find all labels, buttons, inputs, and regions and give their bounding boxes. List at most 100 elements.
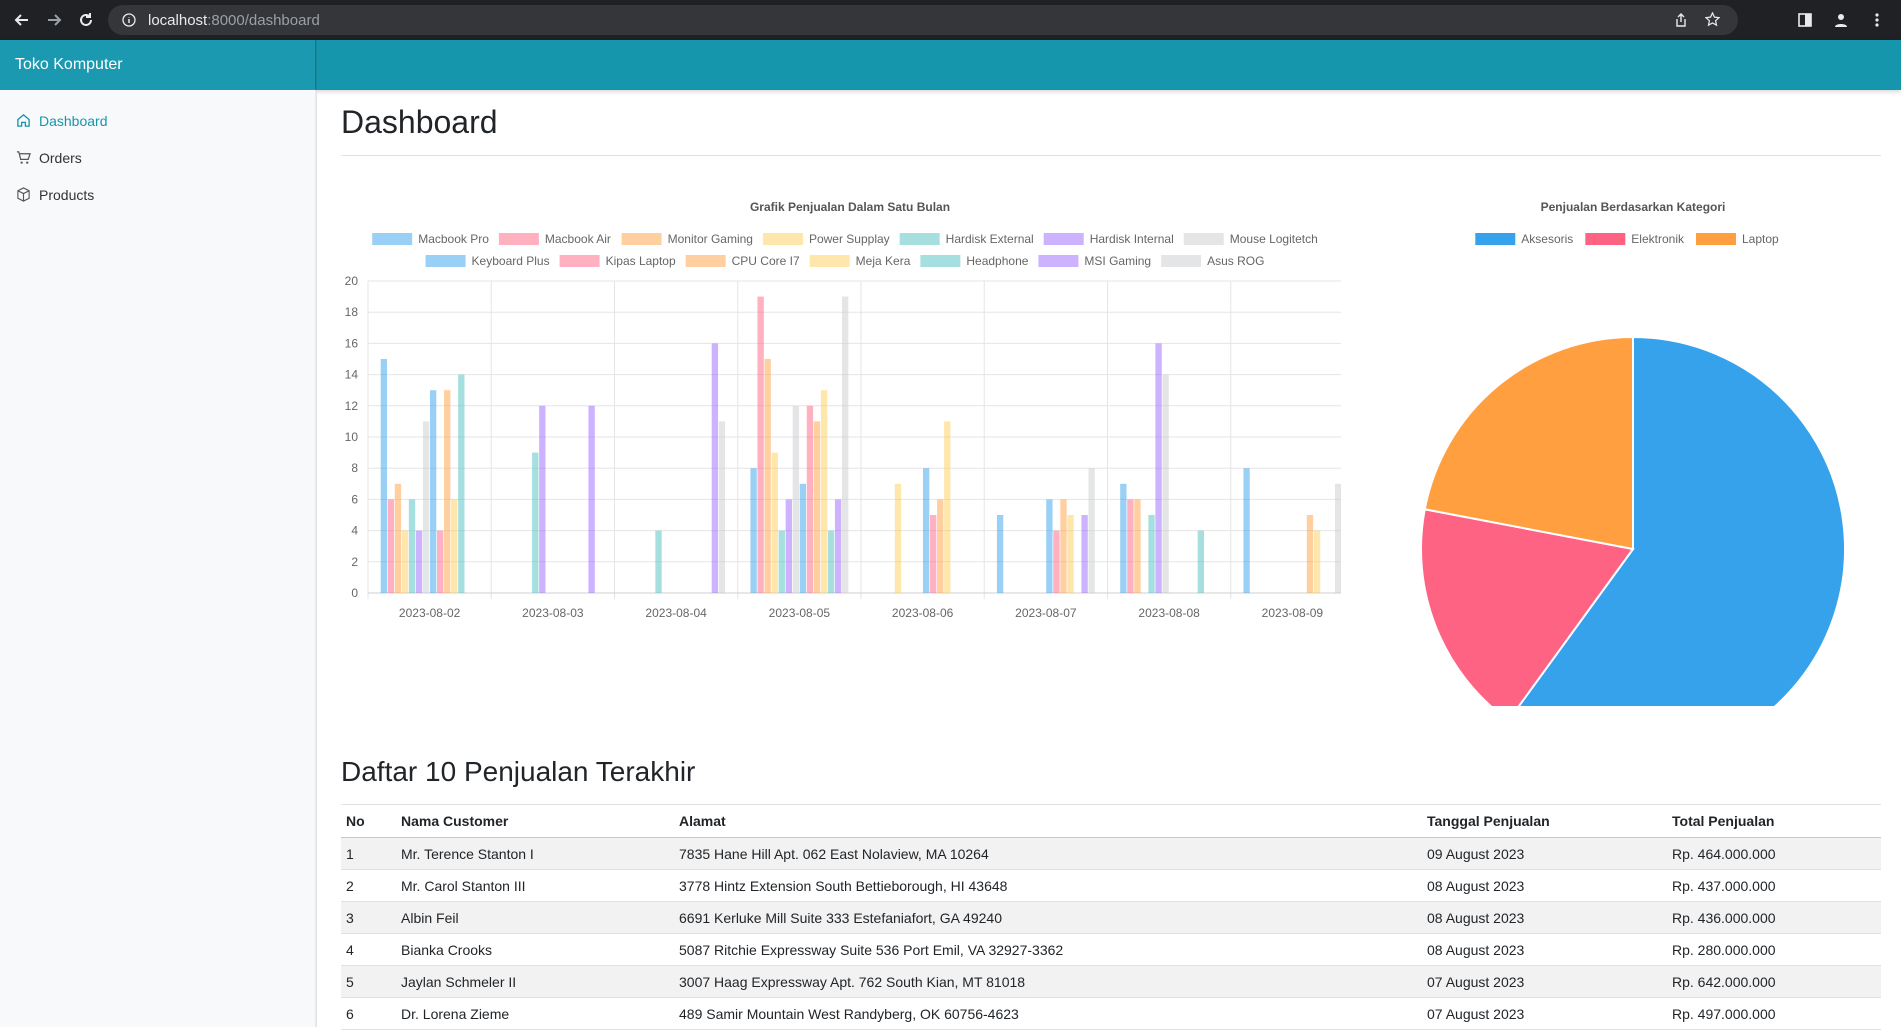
- bar: [1306, 515, 1314, 593]
- home-icon: [17, 114, 30, 127]
- table-row: 2 Mr. Carol Stanton III 3778 Hintz Exten…: [341, 869, 1881, 902]
- bar: [532, 452, 539, 593]
- sidebar-item-orders[interactable]: Orders: [0, 139, 316, 176]
- legend-swatch: [372, 233, 413, 245]
- bar: [778, 530, 785, 593]
- bar: [799, 483, 807, 593]
- bar: [437, 530, 444, 593]
- x-tick-label: 2023-08-05: [769, 606, 831, 620]
- x-tick-label: 2023-08-09: [1262, 606, 1324, 620]
- browser-actions: [1789, 0, 1901, 40]
- y-tick-label: 4: [351, 524, 358, 538]
- cell-date: 07 August 2023: [1422, 965, 1667, 998]
- legend-swatch: [1038, 255, 1079, 267]
- y-tick-label: 8: [351, 461, 358, 475]
- bar: [380, 359, 388, 593]
- bar: [1127, 499, 1134, 593]
- table-row: 5 Jaylan Schmeler II 3007 Haag Expresswa…: [341, 965, 1881, 998]
- cell-total: Rp. 437.000.000: [1667, 869, 1881, 902]
- back-icon[interactable]: [6, 4, 38, 36]
- x-tick-label: 2023-08-07: [1015, 606, 1077, 620]
- bar: [930, 515, 937, 593]
- bar: [1334, 483, 1341, 593]
- bar: [1197, 530, 1204, 593]
- bar: [588, 405, 595, 593]
- cell-no: 1: [341, 837, 396, 870]
- bar: [718, 421, 726, 593]
- cell-total: Rp. 436.000.000: [1667, 901, 1881, 934]
- cell-address: 7835 Hane Hill Apt. 062 East Nolaview, M…: [674, 837, 1422, 870]
- share-icon[interactable]: [1674, 13, 1688, 32]
- cell-no: 4: [341, 933, 396, 966]
- bar: [1243, 468, 1250, 593]
- category-pie-chart: Penjualan Berdasarkan Kategori Aksesoris E…: [1420, 200, 1846, 706]
- cell-customer: Jaylan Schmeler II: [396, 965, 674, 998]
- legend-swatch: [425, 255, 466, 267]
- cell-customer: Mr. Carol Stanton III: [396, 869, 674, 902]
- bar: [820, 390, 828, 593]
- menu-dots-icon[interactable]: [1861, 4, 1893, 36]
- legend-item: Aksesoris: [1475, 232, 1573, 246]
- legend-label: Headphone: [966, 254, 1028, 268]
- bar: [785, 499, 792, 593]
- legend-item: Macbook Pro: [372, 232, 489, 246]
- y-tick-label: 20: [345, 274, 359, 288]
- cell-date: 07 August 2023: [1422, 997, 1667, 1030]
- cell-customer: Mr. Terence Stanton I: [396, 837, 674, 870]
- sidebar-item-dashboard[interactable]: Dashboard: [0, 102, 316, 139]
- side-panel-icon[interactable]: [1789, 4, 1821, 36]
- bar: [422, 421, 430, 593]
- sidebar-item-label: Orders: [39, 149, 82, 166]
- bar: [894, 483, 902, 593]
- y-tick-label: 16: [345, 336, 359, 350]
- bookmark-star-icon[interactable]: [1704, 11, 1721, 32]
- y-tick-label: 0: [351, 586, 358, 600]
- bar: [1155, 343, 1162, 593]
- box-icon: [17, 187, 30, 202]
- legend-label: Hardisk Internal: [1090, 232, 1174, 246]
- cell-total: Rp. 280.000.000: [1667, 933, 1881, 966]
- brand-link[interactable]: Toko Komputer: [0, 40, 317, 90]
- y-tick-label: 2: [351, 555, 358, 569]
- cell-address: 3007 Haag Expressway Apt. 762 South Kian…: [674, 965, 1422, 998]
- legend-label: Hardisk External: [946, 232, 1034, 246]
- legend-swatch: [685, 255, 726, 267]
- legend-item: Laptop: [1695, 232, 1779, 246]
- legend-item: Asus ROG: [1161, 254, 1264, 268]
- legend-label: Macbook Air: [545, 232, 611, 246]
- chart-title: Grafik Penjualan Dalam Satu Bulan: [750, 200, 950, 214]
- bar: [1081, 515, 1088, 593]
- address-bar[interactable]: localhost:8000/dashboard: [108, 5, 1738, 35]
- bar: [1046, 499, 1053, 593]
- profile-icon[interactable]: [1825, 4, 1857, 36]
- cell-no: 6: [341, 997, 396, 1030]
- top-navbar: Toko Komputer: [0, 40, 1901, 90]
- header-total: Total Penjualan: [1667, 804, 1881, 838]
- browser-toolbar: localhost:8000/dashboard: [0, 0, 1901, 40]
- legend-item: Headphone: [920, 254, 1029, 268]
- y-tick-label: 18: [345, 305, 359, 319]
- y-tick-label: 14: [345, 368, 359, 382]
- legend-item: Hardisk External: [899, 232, 1034, 246]
- forward-icon[interactable]: [38, 4, 70, 36]
- bar: [539, 405, 546, 593]
- cell-date: 08 August 2023: [1422, 901, 1667, 934]
- x-tick-label: 2023-08-06: [892, 606, 954, 620]
- bar: [827, 530, 835, 593]
- cell-address: 3778 Hintz Extension South Bettieborough…: [674, 869, 1422, 902]
- reload-icon[interactable]: [70, 4, 102, 36]
- bar: [806, 405, 814, 593]
- info-icon[interactable]: [122, 13, 136, 27]
- cell-no: 5: [341, 965, 396, 998]
- bar: [996, 515, 1004, 593]
- bar: [401, 530, 409, 593]
- legend-swatch: [498, 233, 539, 245]
- sidebar-item-products[interactable]: Products: [0, 176, 316, 213]
- cell-total: Rp. 464.000.000: [1667, 837, 1881, 870]
- header-customer: Nama Customer: [396, 804, 674, 838]
- bar: [1148, 515, 1155, 593]
- sidebar-item-label: Dashboard: [39, 112, 108, 129]
- legend-label: CPU Core I7: [732, 254, 800, 268]
- cell-address: 6691 Kerluke Mill Suite 333 Estefaniafor…: [674, 901, 1422, 934]
- legend-swatch: [1161, 255, 1202, 267]
